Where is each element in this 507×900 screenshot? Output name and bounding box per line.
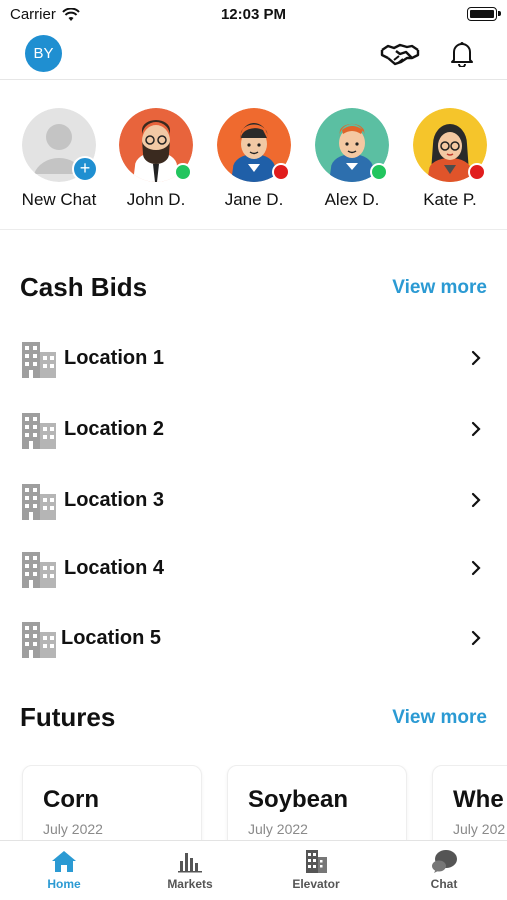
chevron-right-icon (471, 350, 481, 366)
bell-icon[interactable] (442, 38, 482, 70)
cash-bids-title: Cash Bids (20, 272, 148, 302)
futures-title: Futures (20, 702, 116, 732)
commodity-name: Whe (453, 786, 504, 813)
location-name: Location 3 (64, 489, 165, 511)
location-name: Location 2 (64, 418, 165, 440)
location-name: Location 4 (64, 557, 165, 579)
tab-home[interactable]: Home (14, 849, 114, 891)
chevron-right-icon (471, 560, 481, 576)
building-icon (22, 552, 56, 588)
status-time: 12:03 PM (220, 6, 287, 23)
tab-elevator[interactable]: Elevator (266, 849, 366, 891)
story-label: Kate P. (423, 190, 477, 209)
building-icon (22, 622, 56, 658)
story-contact-kate[interactable]: Kate P. (405, 108, 495, 210)
tab-label: Markets (167, 877, 213, 891)
contract-month: July 202 (453, 821, 506, 837)
bar-chart-icon (178, 853, 202, 873)
battery-icon (467, 7, 501, 21)
commodity-name: Corn (43, 786, 99, 813)
story-new-chat[interactable]: + New Chat (14, 108, 104, 210)
profile-avatar[interactable]: BY (25, 35, 62, 72)
location-row[interactable]: Location 1 (0, 330, 507, 390)
bottom-tab-bar: Home Markets Elevator Chat (0, 840, 507, 900)
chevron-right-icon (471, 421, 481, 437)
online-status-icon (174, 163, 192, 181)
futures-cards: Corn July 2022 Soybean July 2022 Whe Jul… (0, 765, 507, 845)
busy-status-icon (468, 163, 486, 181)
status-bar: Carrier 12:03 PM (0, 0, 507, 30)
futures-card[interactable]: Soybean July 2022 (227, 765, 407, 845)
location-name: Location 1 (64, 347, 165, 369)
new-chat-avatar: + (22, 108, 98, 182)
story-label: Alex D. (324, 190, 380, 209)
building-icon (306, 850, 327, 873)
contact-avatar (217, 108, 291, 182)
building-icon (22, 484, 56, 520)
top-header: BY (0, 30, 507, 80)
chevron-right-icon (471, 630, 481, 646)
tab-label: Chat (430, 877, 458, 891)
contract-month: July 2022 (248, 821, 308, 837)
commodity-name: Soybean (248, 786, 349, 813)
online-status-icon (370, 163, 388, 181)
busy-status-icon (272, 163, 290, 181)
plus-icon: + (72, 156, 98, 182)
building-icon (22, 342, 56, 378)
tab-label: Home (47, 877, 81, 891)
building-icon (22, 413, 56, 449)
story-label: Jane D. (224, 190, 284, 209)
chevron-right-icon (471, 492, 481, 508)
location-name: Location 5 (61, 627, 162, 649)
futures-card[interactable]: Whe July 202 (432, 765, 507, 845)
chat-contacts-strip: + New Chat John D. Jane D. Alex D. Kate … (0, 100, 507, 230)
chat-bubble-icon (432, 850, 457, 873)
story-label: New Chat (21, 190, 97, 209)
avatar-initials: BY (33, 45, 54, 62)
story-contact-alex[interactable]: Alex D. (307, 108, 397, 210)
story-label: John D. (126, 190, 186, 209)
tab-label: Elevator (292, 877, 340, 891)
contact-avatar (315, 108, 389, 182)
futures-card[interactable]: Corn July 2022 (22, 765, 202, 845)
location-row[interactable]: Location 3 (0, 472, 507, 532)
contact-avatar (413, 108, 487, 182)
cash-bids-view-more-link[interactable]: View more (392, 277, 487, 299)
futures-view-more-link[interactable]: View more (392, 707, 487, 729)
contract-month: July 2022 (43, 821, 103, 837)
location-row[interactable]: Location 5 (0, 610, 507, 670)
handshake-icon[interactable] (380, 38, 420, 70)
home-icon (52, 851, 76, 872)
contact-avatar (119, 108, 193, 182)
story-contact-jane[interactable]: Jane D. (209, 108, 299, 210)
story-contact-john[interactable]: John D. (111, 108, 201, 210)
tab-chat[interactable]: Chat (394, 849, 494, 891)
location-row[interactable]: Location 4 (0, 540, 507, 600)
tab-markets[interactable]: Markets (140, 849, 240, 891)
location-row[interactable]: Location 2 (0, 401, 507, 461)
